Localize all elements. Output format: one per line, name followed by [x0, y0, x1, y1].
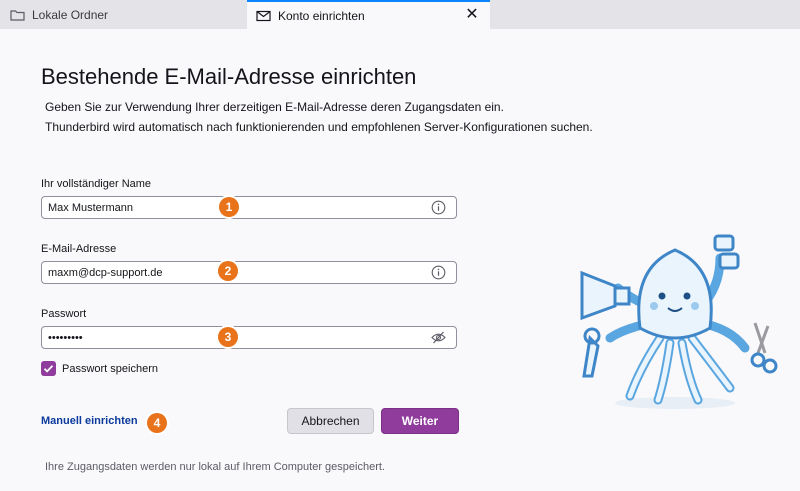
- remember-password-label[interactable]: Passwort speichern: [62, 363, 158, 375]
- envelope-icon: [256, 9, 272, 23]
- tab-local-folders[interactable]: Lokale Ordner: [0, 0, 246, 29]
- cancel-button[interactable]: Abbrechen: [287, 408, 374, 434]
- page-description-line2: Thunderbird wird automatisch nach funkti…: [45, 120, 593, 134]
- folder-icon: [10, 8, 26, 22]
- page-description-line1: Geben Sie zur Verwendung Ihrer derzeitig…: [45, 100, 504, 114]
- annotation-badge-1: 1: [219, 197, 239, 217]
- eye-slash-icon[interactable]: [431, 330, 446, 345]
- manual-setup-link[interactable]: Manuell einrichten: [41, 415, 138, 427]
- name-field-wrapper: [41, 196, 457, 219]
- annotation-badge-2: 2: [218, 261, 238, 281]
- octopus-mascot-illustration: [580, 234, 778, 409]
- name-label: Ihr vollständiger Name: [41, 178, 152, 190]
- password-label: Passwort: [41, 308, 87, 320]
- tab-bar: Lokale Ordner Konto einrichten ✕: [0, 0, 800, 29]
- checkmark-icon: [43, 365, 54, 373]
- page-title: Bestehende E-Mail-Adresse einrichten: [41, 64, 417, 89]
- annotation-badge-4: 4: [147, 413, 167, 433]
- remember-password-checkbox[interactable]: [41, 361, 56, 376]
- email-label: E-Mail-Adresse: [41, 243, 117, 255]
- email-field-wrapper: [41, 261, 457, 284]
- tab-label: Lokale Ordner: [32, 7, 109, 22]
- info-icon[interactable]: [431, 200, 446, 215]
- close-icon[interactable]: ✕: [464, 7, 480, 23]
- tab-label: Konto einrichten: [278, 8, 365, 23]
- annotation-badge-3: 3: [218, 327, 238, 347]
- continue-button[interactable]: Weiter: [381, 408, 459, 434]
- password-field-wrapper: [41, 326, 457, 349]
- tab-account-setup[interactable]: Konto einrichten ✕: [247, 0, 490, 29]
- privacy-note: Ihre Zugangsdaten werden nur lokal auf I…: [45, 461, 385, 473]
- info-icon[interactable]: [431, 265, 446, 280]
